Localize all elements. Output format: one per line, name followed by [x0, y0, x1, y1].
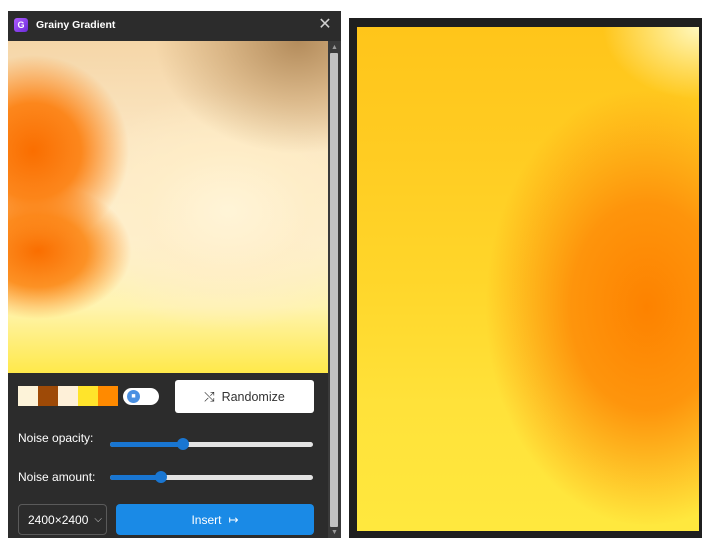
randomize-button[interactable]: ⤭ Randomize	[175, 380, 314, 413]
palette-swatch[interactable]	[58, 386, 78, 406]
shuffle-icon: ⤭	[204, 388, 215, 404]
noise-amount-label: Noise amount:	[18, 470, 96, 484]
lock-palette-toggle[interactable]: ■	[123, 388, 159, 405]
noise-amount-slider[interactable]	[110, 470, 313, 484]
randomize-label: Randomize	[221, 389, 285, 404]
close-icon[interactable]: ✕	[317, 15, 333, 35]
palette-swatch[interactable]	[78, 386, 98, 406]
slider-fill	[110, 475, 161, 480]
size-select-value: 2400×2400	[28, 512, 89, 527]
noise-opacity-label: Noise opacity:	[18, 431, 94, 445]
gradient-preview	[8, 41, 328, 373]
export-icon: ↦	[228, 512, 239, 527]
palette-swatch[interactable]	[98, 386, 118, 406]
scrollbar-thumb[interactable]	[330, 53, 338, 527]
canvas-gradient-frame[interactable]	[357, 27, 699, 531]
palette-swatch[interactable]	[38, 386, 58, 406]
scroll-down-icon[interactable]: ▼	[328, 527, 341, 538]
window-title: Grainy Gradient	[36, 19, 116, 31]
color-palette	[18, 386, 118, 406]
size-select[interactable]: 2400×2400 ⌵	[18, 504, 107, 535]
slider-thumb[interactable]	[177, 438, 189, 450]
title-bar: G Grainy Gradient ✕	[8, 11, 341, 41]
insert-label: Insert	[191, 512, 222, 527]
scroll-up-icon[interactable]: ▲	[328, 42, 341, 53]
slider-fill	[110, 442, 183, 447]
app-logo-icon: G	[14, 18, 28, 32]
insert-button[interactable]: Insert ↦	[116, 504, 314, 535]
logo-letter: G	[17, 19, 25, 30]
chevron-down-icon: ⌵	[94, 514, 102, 525]
noise-opacity-slider[interactable]	[110, 437, 313, 451]
palette-swatch[interactable]	[18, 386, 38, 406]
lock-icon: ■	[127, 390, 140, 403]
slider-thumb[interactable]	[155, 471, 167, 483]
plugin-panel: G Grainy Gradient ✕ ▲ ▼ ■ ⤭ Randomize No…	[8, 11, 341, 538]
